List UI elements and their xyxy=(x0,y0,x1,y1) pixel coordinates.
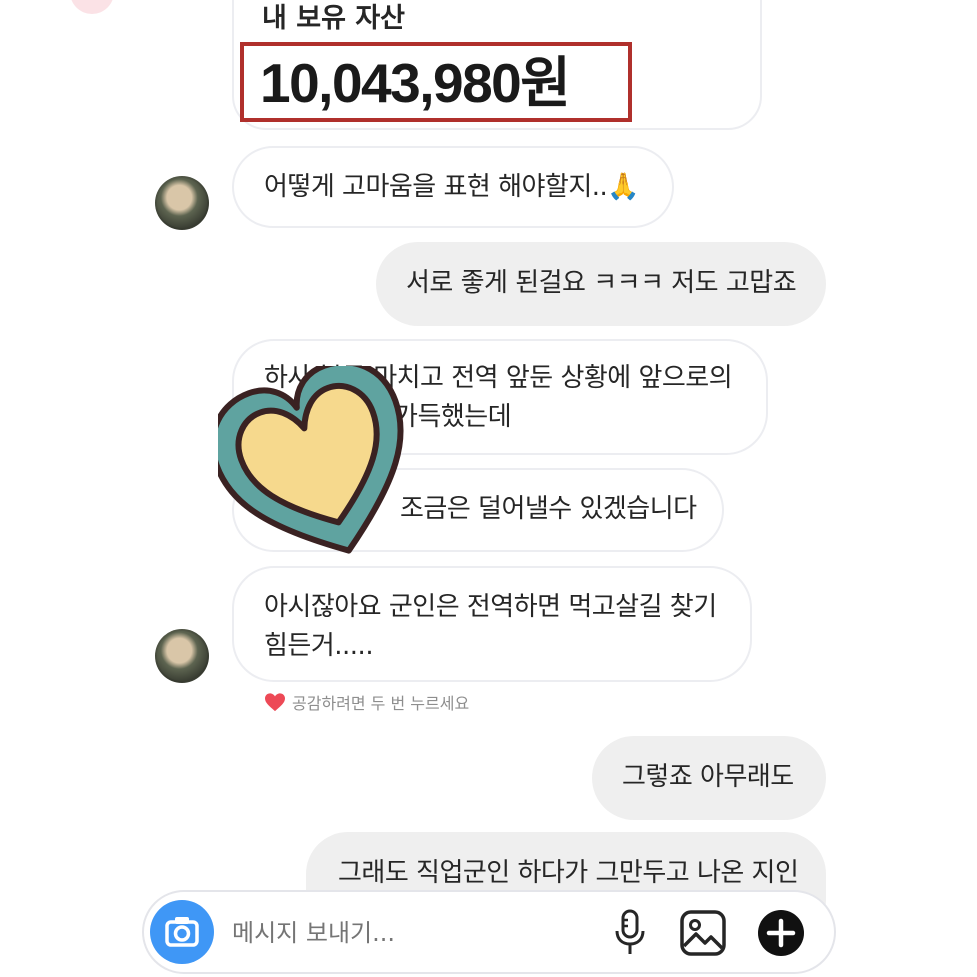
gallery-button[interactable] xyxy=(678,908,728,958)
asset-amount: 10,043,980원 xyxy=(260,52,571,114)
message-bubble[interactable]: 아시잖아요 군인은 전역하면 먹고살길 찾기 힘든거..... xyxy=(232,566,752,682)
sender-avatar[interactable] xyxy=(155,629,209,683)
camera-icon xyxy=(165,917,199,947)
microphone-icon xyxy=(615,909,645,954)
message-bubble[interactable]: 서로 좋게 된걸요 ㅋㅋㅋ 저도 고맙죠 xyxy=(376,242,826,326)
decorative-dot xyxy=(70,0,114,14)
message-composer xyxy=(142,890,836,974)
message-text: 조금은 덜어낼수 있겠습니다 xyxy=(400,494,697,524)
like-hint: 공감하려면 두 번 누르세요 xyxy=(264,688,469,716)
sender-avatar[interactable] xyxy=(155,176,209,230)
message-input[interactable] xyxy=(230,912,574,954)
message-text: 그래도 직업군인 하다가 그만두고 나온 지인 xyxy=(338,858,799,888)
like-hint-text: 공감하려면 두 번 누르세요 xyxy=(292,694,470,713)
heart-sticker-icon xyxy=(218,366,404,554)
message-text: 그렇죠 아무래도 xyxy=(622,762,794,792)
asset-label: 내 보유 자산 xyxy=(262,3,405,34)
message-text: 서로 좋게 된걸요 ㅋㅋㅋ 저도 고맙죠 xyxy=(406,268,797,298)
add-button[interactable] xyxy=(756,908,806,958)
message-text: 어떻게 고마움을 표현 해야할지..🙏 xyxy=(264,172,640,202)
message-text-line: 힘든거..... xyxy=(264,631,374,661)
asset-amount-highlight: 10,043,980원 xyxy=(240,42,632,122)
asset-card: 내 보유 자산 10,043,980원 xyxy=(232,0,762,130)
message-text-line: 아시잖아요 군인은 전역하면 먹고살길 찾기 xyxy=(264,592,717,622)
image-gallery-icon xyxy=(680,910,726,956)
message-bubble[interactable]: 어떻게 고마움을 표현 해야할지..🙏 xyxy=(232,146,674,228)
camera-button[interactable] xyxy=(150,900,214,964)
heart-icon xyxy=(265,693,285,712)
microphone-button[interactable] xyxy=(610,908,650,958)
plus-icon xyxy=(758,910,804,956)
message-bubble[interactable]: 그렇죠 아무래도 xyxy=(592,736,826,820)
